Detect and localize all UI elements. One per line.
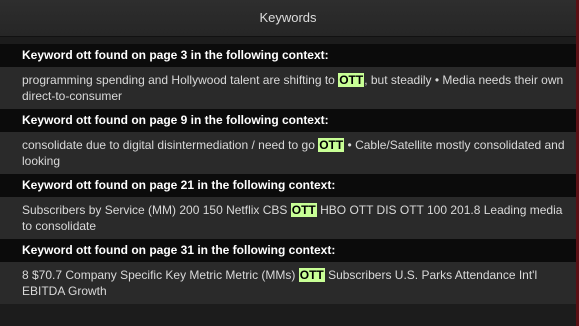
result-header: Keyword ott found on page 21 in the foll… [0, 174, 576, 197]
context-before: consolidate due to digital disintermedia… [22, 138, 319, 152]
keyword-result[interactable]: Keyword ott found on page 3 in the follo… [0, 44, 576, 109]
keyword-highlight: OTT [338, 73, 365, 87]
result-context: 8 $70.7 Company Specific Key Metric Metr… [0, 262, 576, 304]
context-before: programming spending and Hollywood talen… [22, 73, 339, 87]
keyword-result[interactable]: Keyword ott found on page 31 in the foll… [0, 239, 576, 304]
context-before: 8 $70.7 Company Specific Key Metric Metr… [22, 268, 299, 282]
result-header: Keyword ott found on page 9 in the follo… [0, 109, 576, 132]
keywords-panel: Keywords Keyword ott found on page 3 in … [0, 0, 579, 326]
window-title: Keywords [0, 0, 576, 37]
result-header: Keyword ott found on page 3 in the follo… [0, 44, 576, 67]
result-context: programming spending and Hollywood talen… [0, 67, 576, 109]
keyword-result[interactable]: Keyword ott found on page 21 in the foll… [0, 174, 576, 239]
results-list: Keyword ott found on page 3 in the follo… [0, 37, 576, 304]
context-before: Subscribers by Service (MM) 200 150 Netf… [22, 203, 291, 217]
result-context: Subscribers by Service (MM) 200 150 Netf… [0, 197, 576, 239]
result-context: consolidate due to digital disintermedia… [0, 132, 576, 174]
result-header: Keyword ott found on page 31 in the foll… [0, 239, 576, 262]
keyword-highlight: OTT [290, 203, 317, 217]
keyword-result[interactable]: Keyword ott found on page 9 in the follo… [0, 109, 576, 174]
keyword-highlight: OTT [318, 138, 345, 152]
keyword-highlight: OTT [298, 268, 325, 282]
